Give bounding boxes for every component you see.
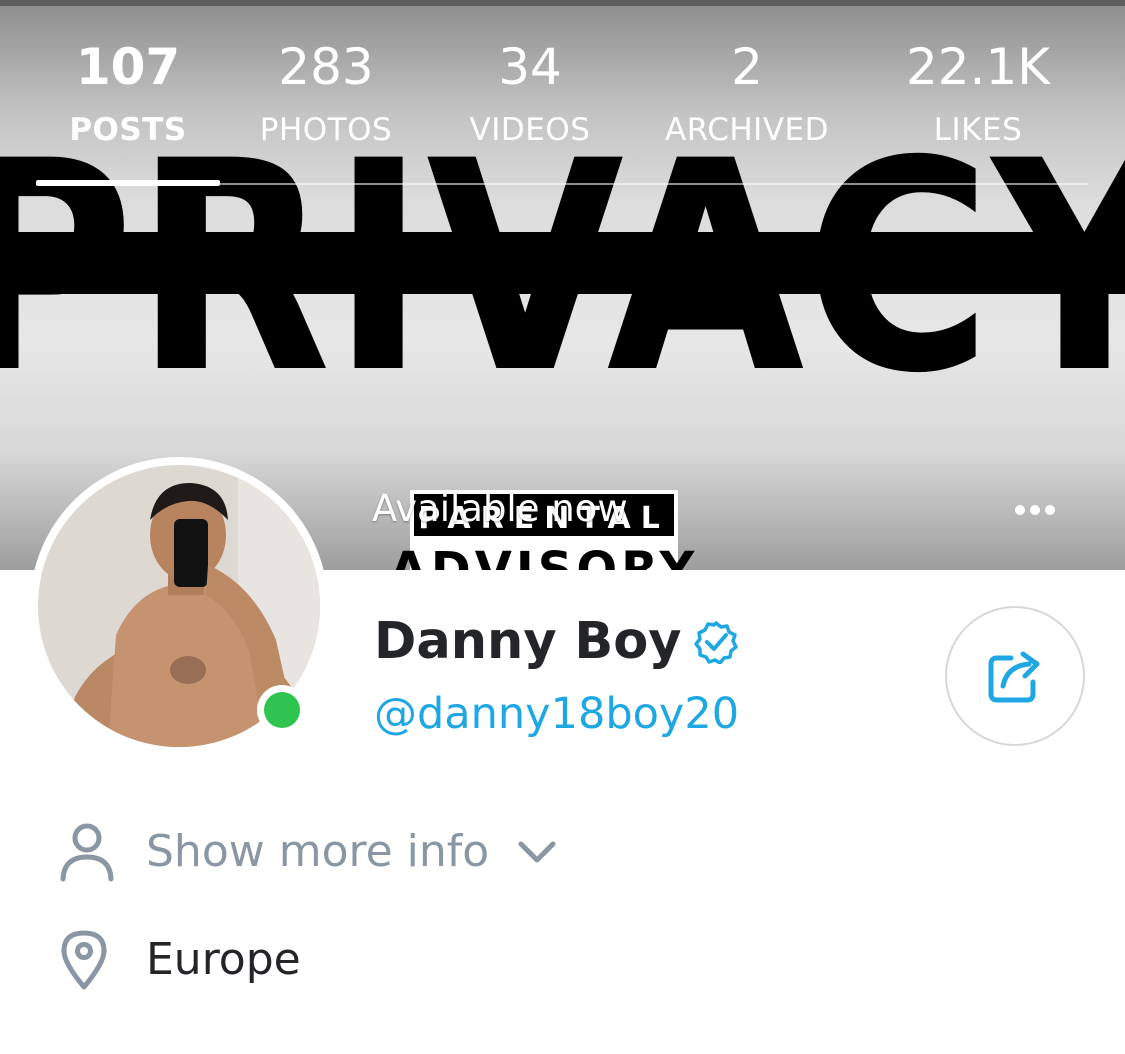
tab-count: 283 [278,38,374,96]
tab-count: 22.1K [905,38,1051,96]
badge-line-2: ADVISORY [390,542,698,570]
share-icon [988,651,1040,703]
location-row: Europe [58,928,301,992]
share-button[interactable] [945,606,1085,746]
tab-photos[interactable]: 283 PHOTOS [226,30,426,156]
more-options-button[interactable] [1002,488,1068,532]
tab-posts[interactable]: 107 POSTS [28,30,228,156]
more-dot [1030,505,1040,515]
profile-name-row: Danny Boy [374,612,738,672]
verified-check-icon [693,621,738,664]
tab-count: 34 [498,38,562,96]
tab-label: POSTS [69,112,187,148]
tab-archived[interactable]: 2 ARCHIVED [647,30,847,156]
more-dot [1045,505,1055,515]
chevron-down-icon [518,841,556,863]
person-icon [60,823,114,882]
tab-count: 2 [731,38,763,96]
show-more-info-label: Show more info [146,826,490,877]
online-indicator [257,685,307,735]
location-label: Europe [146,934,301,985]
tab-videos[interactable]: 34 VIDEOS [430,30,630,156]
profile-tabs: 107 POSTS 283 PHOTOS 34 VIDEOS 2 ARCHIVE… [0,30,1125,160]
tab-label: VIDEOS [469,112,591,148]
profile-name: Danny Boy [374,612,682,671]
more-dots-icon [1015,505,1025,515]
cover-strike-bar [0,232,1125,294]
tab-likes[interactable]: 22.1K LIKES [878,30,1078,156]
online-dot [264,692,300,728]
tab-label: ARCHIVED [665,112,829,148]
show-more-info-toggle[interactable]: Show more info [58,820,557,884]
location-pin-icon [61,930,107,990]
active-tab-indicator [36,180,220,186]
availability-status: Available now [372,487,628,530]
tab-count: 107 [75,38,181,96]
tab-label: PHOTOS [259,112,393,148]
profile-handle[interactable]: @danny18boy20 [374,688,739,740]
tab-label: LIKES [933,112,1023,148]
